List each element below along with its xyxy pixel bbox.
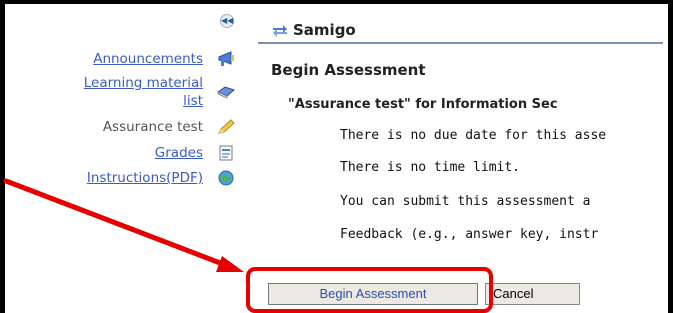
annotation-arrow [3, 178, 244, 272]
